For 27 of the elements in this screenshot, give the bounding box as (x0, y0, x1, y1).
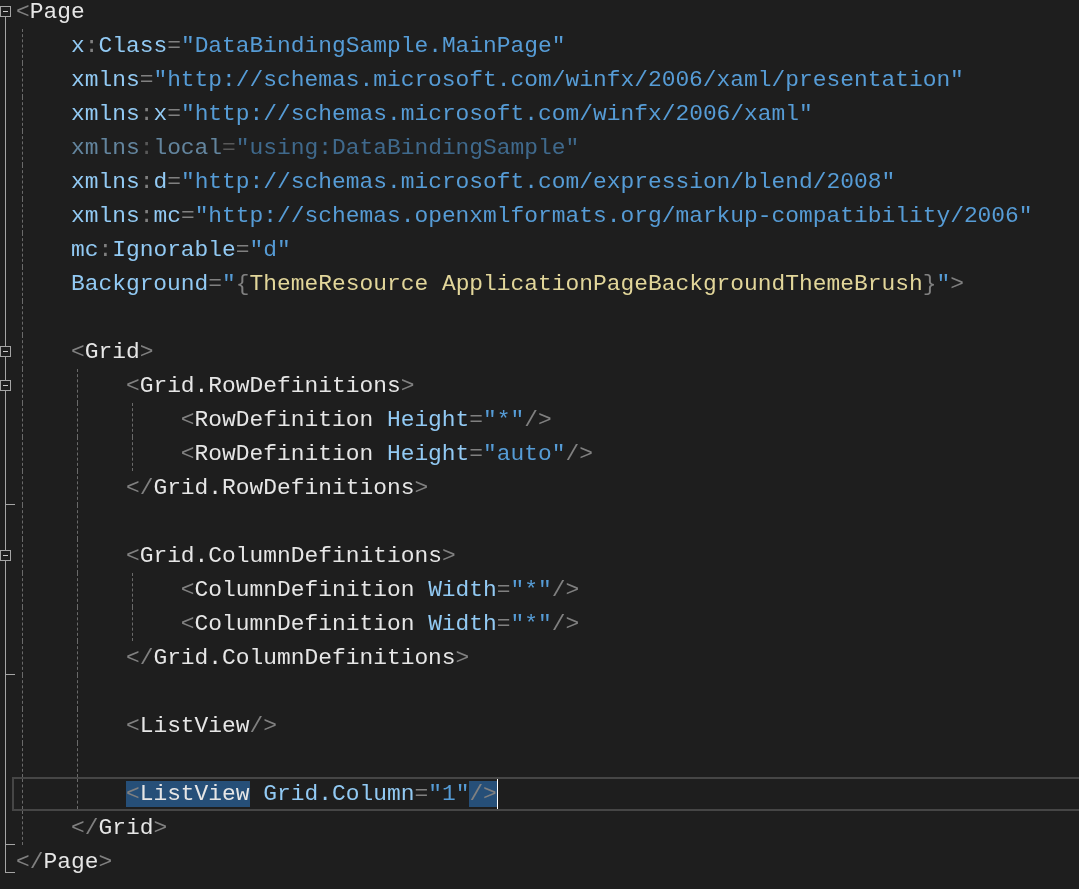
code-line: <ColumnDefinition Width="*"/> (180, 577, 580, 603)
code-line: <Page (16, 0, 85, 25)
code-line: <Grid.ColumnDefinitions> (125, 543, 456, 569)
collapse-icon[interactable] (0, 6, 11, 17)
text-cursor (496, 779, 498, 809)
code-line: xmlns:x="http://schemas.microsoft.com/winfx/2006/xaml" (70, 101, 813, 127)
code-line: <Grid.RowDefinitions> (125, 373, 415, 399)
code-line: xmlns:d="http://schemas.microsoft.com/expression/blend/2008" (70, 169, 896, 195)
code-line: <ListView/> (125, 713, 278, 739)
code-line: Background="{ThemeResource ApplicationPageBackgroundThemeBrush}"> (70, 271, 964, 297)
code-line: <RowDefinition Height="*"/> (180, 407, 552, 433)
code-line: <ListView Grid.Column="1"/> (125, 781, 497, 807)
collapse-icon[interactable] (0, 380, 11, 391)
code-line: </Grid> (70, 815, 168, 841)
collapse-icon[interactable] (0, 550, 11, 561)
code-line: <ColumnDefinition Width="*"/> (180, 611, 580, 637)
code-line: x:Class="DataBindingSample.MainPage" (70, 33, 566, 59)
code-line: </Grid.RowDefinitions> (125, 475, 429, 501)
code-line: </Page> (16, 849, 113, 875)
code-line: <Grid> (70, 339, 154, 365)
collapse-icon[interactable] (0, 346, 11, 357)
code-line: </Grid.ColumnDefinitions> (125, 645, 470, 671)
code-line: mc:Ignorable="d" (70, 237, 291, 263)
code-line: xmlns:mc="http://schemas.openxmlformats.org/markup-compatibility/2006" (70, 203, 1033, 229)
code-line: xmlns:local="using:DataBindingSample" (70, 135, 580, 161)
code-line: xmlns="http://schemas.microsoft.com/winfx/2006/xaml/presentation" (70, 67, 964, 93)
code-line: <RowDefinition Height="auto"/> (180, 441, 593, 467)
